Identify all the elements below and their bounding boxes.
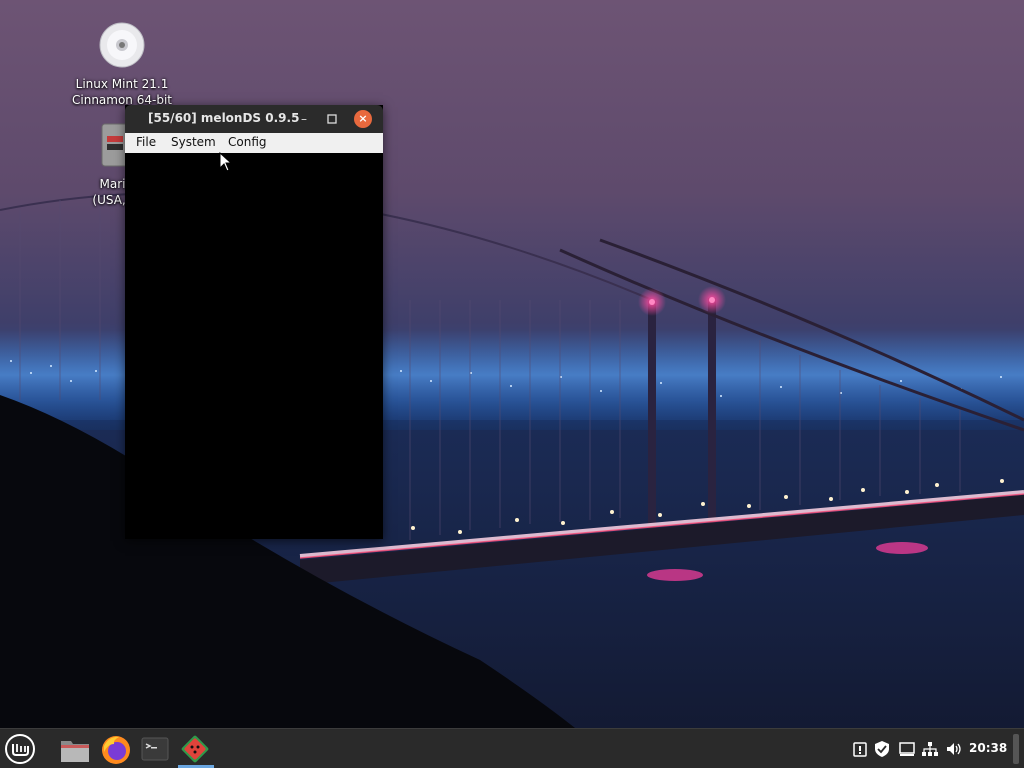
close-button[interactable]: × <box>354 110 372 128</box>
terminal-icon <box>141 737 169 761</box>
menu-icon <box>5 734 35 764</box>
start-menu-button[interactable] <box>3 732 37 766</box>
menu-file[interactable]: File <box>136 135 156 149</box>
update-manager-icon <box>853 742 867 757</box>
window-titlebar[interactable]: [55/60] melonDS 0.9.5 – × <box>125 105 383 133</box>
menu-config[interactable]: Config <box>228 135 267 149</box>
menu-system[interactable]: System <box>171 135 216 149</box>
show-desktop-button[interactable] <box>1013 734 1019 764</box>
desktop-icon-linux-mint[interactable]: Linux Mint 21.1 Cinnamon 64-bit <box>57 22 187 108</box>
files-icon <box>61 741 89 762</box>
minimize-button[interactable]: – <box>295 110 313 128</box>
window-title: [55/60] melonDS 0.9.5 <box>148 111 300 125</box>
network-tray[interactable] <box>921 740 939 758</box>
display-tray[interactable] <box>898 740 916 758</box>
volume-icon <box>947 743 961 755</box>
menu-bar: File System Config <box>125 133 383 153</box>
clock[interactable]: 20:38 <box>969 741 1007 755</box>
melonds-window: [55/60] melonDS 0.9.5 – × File System Co… <box>125 105 383 539</box>
shield-tray[interactable] <box>873 740 891 758</box>
maximize-icon <box>327 114 337 124</box>
update-manager-tray[interactable] <box>851 740 869 758</box>
desktop-icon-label-line1: Linux Mint 21.1 <box>75 77 169 91</box>
volume-tray[interactable] <box>945 740 963 758</box>
network-icon <box>922 742 938 756</box>
melonds-task-button[interactable] <box>178 732 212 766</box>
firefox-icon <box>102 736 130 764</box>
firefox-launcher[interactable] <box>99 732 133 766</box>
maximize-button[interactable] <box>323 110 341 128</box>
terminal-launcher[interactable] <box>138 732 172 766</box>
mouse-cursor-icon <box>219 151 233 176</box>
disc-icon <box>57 22 187 72</box>
display-icon <box>899 742 915 756</box>
files-launcher[interactable] <box>58 732 92 766</box>
shield-icon <box>875 741 889 757</box>
melonds-icon <box>181 735 209 763</box>
taskbar-panel: 20:38 <box>0 728 1024 768</box>
emulator-screen[interactable] <box>125 153 383 539</box>
